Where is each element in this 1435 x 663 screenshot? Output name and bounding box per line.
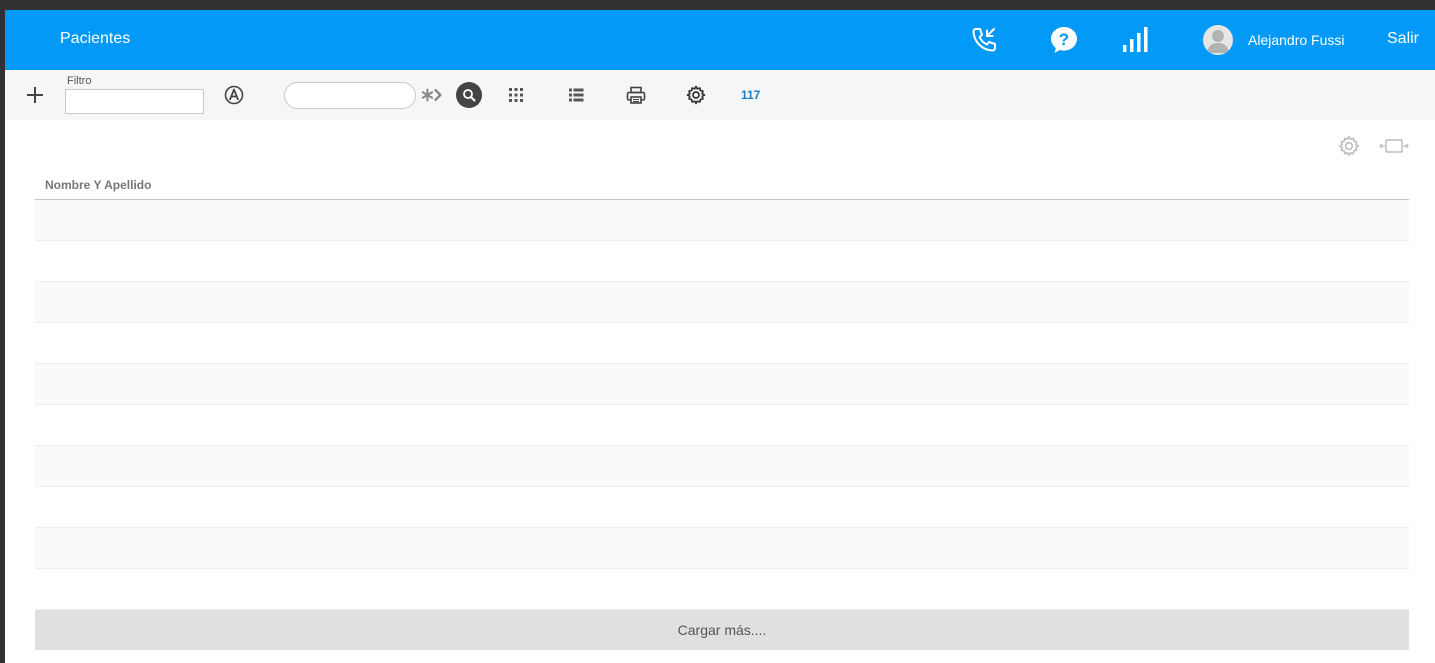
incoming-call-icon[interactable] [968, 24, 1000, 56]
load-more-button[interactable]: Cargar más.... [35, 610, 1409, 650]
table-row[interactable] [35, 200, 1409, 241]
grid-view-icon[interactable] [504, 83, 528, 107]
filter-label: Filtro [67, 75, 92, 87]
table-settings-icon[interactable] [1337, 134, 1361, 158]
alpha-icon[interactable] [222, 83, 246, 107]
table-row[interactable] [35, 364, 1409, 405]
svg-text:?: ? [1059, 30, 1069, 49]
content-area: Nombre Y Apellido Cargar más.... [5, 120, 1435, 663]
print-icon[interactable] [624, 83, 648, 107]
advanced-search-icon[interactable] [421, 83, 445, 107]
expand-columns-icon[interactable] [1379, 134, 1409, 158]
top-header: Pacientes ? Alejandro Fussi Salir [5, 10, 1435, 70]
table-row[interactable] [35, 446, 1409, 487]
settings-icon[interactable] [684, 83, 708, 107]
table-header: Nombre Y Apellido [35, 160, 1409, 200]
filter-input[interactable] [65, 89, 204, 114]
table-row[interactable] [35, 282, 1409, 323]
add-icon[interactable] [23, 83, 47, 107]
table-row[interactable] [35, 241, 1409, 282]
toolbar: Filtro 117 [5, 70, 1435, 120]
table-row[interactable] [35, 487, 1409, 528]
avatar[interactable] [1203, 25, 1233, 55]
help-icon[interactable]: ? [1048, 24, 1080, 56]
stats-icon[interactable] [1118, 24, 1150, 56]
logout-button[interactable]: Salir [1387, 30, 1419, 48]
table-row[interactable] [35, 528, 1409, 569]
table-row[interactable] [35, 405, 1409, 446]
patients-table: Nombre Y Apellido [35, 160, 1409, 610]
column-header-name[interactable]: Nombre Y Apellido [45, 178, 151, 192]
record-count: 117 [741, 88, 761, 102]
user-name[interactable]: Alejandro Fussi [1248, 32, 1345, 48]
search-icon [463, 89, 476, 102]
list-view-icon[interactable] [564, 83, 588, 107]
table-row[interactable] [35, 323, 1409, 364]
search-input[interactable] [284, 82, 416, 109]
page-title[interactable]: Pacientes [60, 30, 130, 48]
search-button[interactable] [456, 82, 482, 108]
app-window: Pacientes ? Alejandro Fussi Salir Filtro… [5, 10, 1435, 663]
table-row[interactable] [35, 569, 1409, 610]
